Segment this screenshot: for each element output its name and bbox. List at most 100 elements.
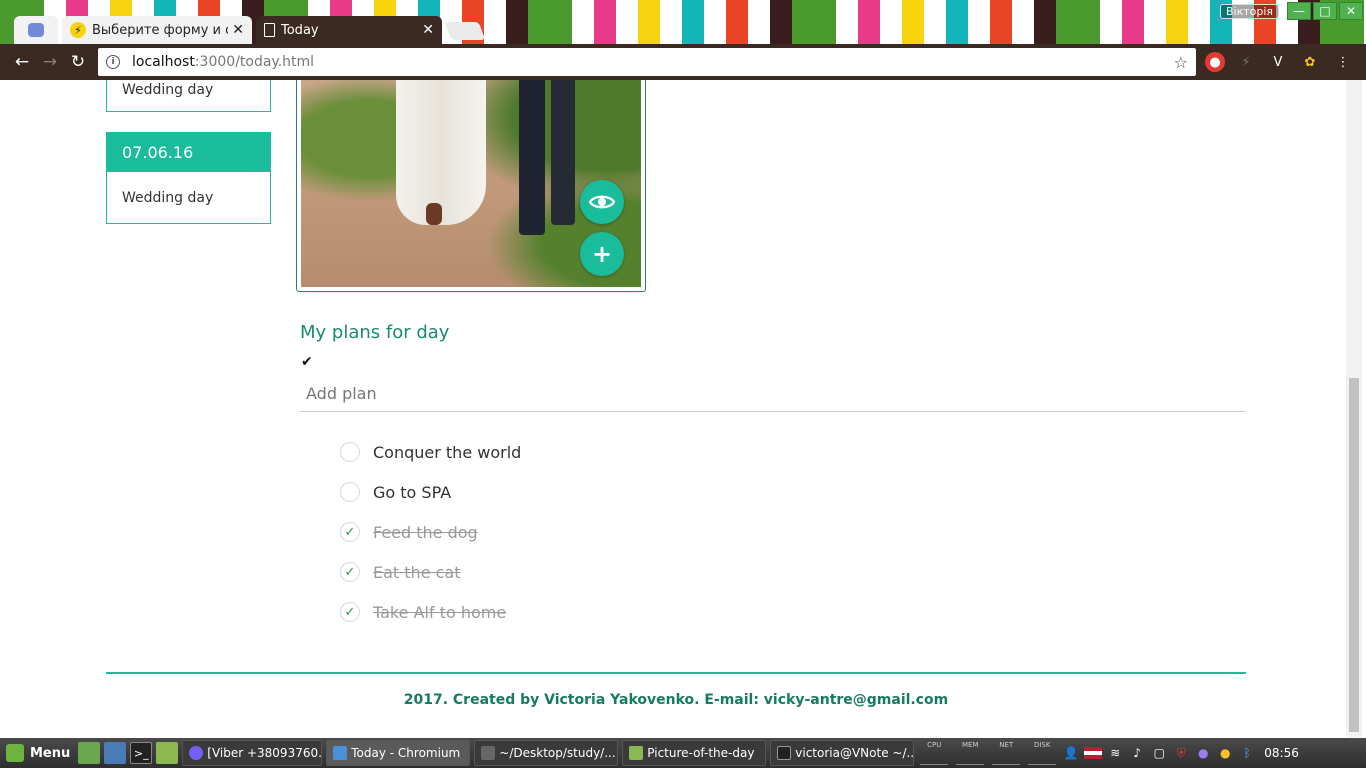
clock[interactable]: 08:56 bbox=[1264, 746, 1299, 760]
plan-label: Eat the cat bbox=[373, 562, 461, 582]
cpu-monitor: CPU bbox=[920, 741, 949, 765]
task-label: ~/Desktop/study/... bbox=[499, 746, 616, 760]
clipboard-icon[interactable]: ▢ bbox=[1150, 744, 1168, 762]
plan-item[interactable]: Conquer the world bbox=[340, 432, 840, 472]
day-card-date: 07.06.16 bbox=[107, 133, 270, 172]
close-icon[interactable]: ✕ bbox=[232, 22, 244, 38]
page-viewport: Wedding day 07.06.16 Wedding day + My pl… bbox=[3, 80, 1346, 737]
scrollbar-thumb[interactable] bbox=[1349, 378, 1359, 732]
plan-item[interactable]: ✓ Feed the dog bbox=[340, 512, 840, 552]
url-host: localhost bbox=[132, 54, 195, 70]
close-window-button[interactable]: ✕ bbox=[1339, 2, 1363, 20]
day-card[interactable]: 07.06.16 Wedding day bbox=[106, 132, 271, 224]
vivaldi-icon[interactable]: V bbox=[1268, 52, 1288, 72]
paw-icon[interactable]: ✿ bbox=[1300, 52, 1320, 72]
day-card[interactable]: Wedding day bbox=[106, 80, 271, 112]
volume-icon[interactable]: ♪ bbox=[1128, 744, 1146, 762]
mint-logo-icon bbox=[6, 744, 24, 762]
plan-label: Take Alf to home bbox=[373, 602, 507, 622]
task-folder[interactable]: Picture-of-the-day bbox=[622, 740, 767, 766]
task-editor[interactable]: ~/Desktop/study/... bbox=[474, 740, 619, 766]
keyboard-layout-flag-icon[interactable] bbox=[1084, 747, 1103, 759]
checked-circle-icon[interactable]: ✓ bbox=[340, 602, 360, 622]
window-controls: — □ ✕ bbox=[1287, 2, 1363, 20]
page-scrollbar[interactable] bbox=[1346, 80, 1362, 737]
task-label: [Viber +38093760... bbox=[207, 746, 323, 760]
footer-credits: 2017. Created by Victoria Yakovenko. E-m… bbox=[403, 692, 949, 708]
unchecked-circle-icon[interactable] bbox=[340, 482, 360, 502]
add-plan-input[interactable] bbox=[300, 376, 1246, 412]
os-taskbar: Menu >_ [Viber +38093760... Today - Chro… bbox=[0, 738, 1366, 768]
day-card-title: Wedding day bbox=[122, 189, 214, 206]
menu-kebab-icon[interactable]: ⋮ bbox=[1333, 52, 1353, 72]
task-label: victoria@VNote ~/... bbox=[795, 746, 915, 760]
update-icon[interactable]: ● bbox=[1216, 744, 1234, 762]
plan-label: Feed the dog bbox=[373, 522, 478, 542]
folder-icon bbox=[629, 746, 644, 760]
bolt-extension-icon[interactable]: ⚡ bbox=[1236, 52, 1256, 72]
shield-icon[interactable]: ⛨ bbox=[1172, 744, 1190, 762]
add-photo-button[interactable]: + bbox=[580, 232, 624, 276]
new-tab-button[interactable] bbox=[444, 22, 486, 40]
wifi-icon[interactable]: ≋ bbox=[1106, 744, 1124, 762]
discord-icon bbox=[28, 23, 44, 37]
viber-icon bbox=[189, 746, 204, 760]
plan-item[interactable]: ✓ Take Alf to home bbox=[340, 592, 840, 632]
url-path: :3000/today.html bbox=[194, 54, 315, 70]
bolt-icon: ⚡ bbox=[70, 22, 86, 38]
minimize-button[interactable]: — bbox=[1287, 2, 1311, 20]
start-menu-button[interactable]: Menu bbox=[0, 744, 76, 762]
bluetooth-icon[interactable]: ᛒ bbox=[1238, 744, 1256, 762]
address-bar[interactable]: i localhost:3000/today.html ☆ bbox=[98, 48, 1196, 76]
sublime-icon bbox=[481, 746, 496, 760]
user-icon[interactable]: 👤 bbox=[1062, 744, 1080, 762]
tab-form-title: Выберите форму и об bbox=[92, 22, 229, 38]
browser-launcher-icon[interactable] bbox=[104, 742, 127, 764]
start-menu-label: Menu bbox=[30, 745, 71, 761]
plan-item[interactable]: Go to SPA bbox=[340, 472, 840, 512]
info-icon[interactable]: i bbox=[106, 55, 120, 69]
task-terminal[interactable]: victoria@VNote ~/... bbox=[770, 740, 915, 766]
task-label: Today - Chromium bbox=[351, 746, 461, 760]
task-chromium[interactable]: Today - Chromium bbox=[326, 740, 471, 766]
terminal-icon bbox=[777, 746, 792, 760]
plan-label: Go to SPA bbox=[373, 482, 452, 502]
net-monitor: NET bbox=[992, 741, 1021, 765]
checked-circle-icon[interactable]: ✓ bbox=[340, 522, 360, 542]
terminal-launcher-icon[interactable]: >_ bbox=[130, 742, 153, 764]
tab-today[interactable]: Today ✕ bbox=[256, 16, 442, 44]
close-icon[interactable]: ✕ bbox=[422, 22, 434, 38]
plan-label: Conquer the world bbox=[373, 442, 522, 462]
tab-form[interactable]: ⚡ Выберите форму и об ✕ bbox=[62, 16, 252, 44]
viber-tray-icon[interactable]: ● bbox=[1194, 744, 1212, 762]
bookmark-star-icon[interactable]: ☆ bbox=[1174, 53, 1188, 72]
browser-toolbar: ← → ↻ i localhost:3000/today.html ☆ ● ⚡ … bbox=[0, 44, 1366, 80]
task-label: Picture-of-the-day bbox=[647, 746, 755, 760]
unchecked-circle-icon[interactable] bbox=[340, 442, 360, 462]
browser-titlebar: ⚡ Выберите форму и об ✕ Today ✕ Віктopiя… bbox=[0, 0, 1366, 44]
view-photo-button[interactable] bbox=[580, 180, 624, 224]
plan-item[interactable]: ✓ Eat the cat bbox=[340, 552, 840, 592]
maximize-button[interactable]: □ bbox=[1313, 2, 1337, 20]
forward-button[interactable]: → bbox=[36, 48, 64, 76]
footer-divider bbox=[106, 672, 1246, 674]
eye-icon bbox=[589, 195, 615, 209]
profile-name[interactable]: Віктopiя bbox=[1220, 4, 1280, 19]
check-all-icon[interactable]: ✔ bbox=[301, 354, 313, 370]
disk-monitor: DISK bbox=[1028, 741, 1057, 765]
day-card-title: Wedding day bbox=[122, 82, 214, 98]
files-launcher-icon[interactable] bbox=[156, 742, 179, 764]
plans-heading: My plans for day bbox=[300, 322, 450, 343]
task-viber[interactable]: [Viber +38093760... bbox=[182, 740, 323, 766]
mem-monitor: MEM bbox=[956, 741, 985, 765]
page-icon bbox=[264, 23, 275, 37]
checked-circle-icon[interactable]: ✓ bbox=[340, 562, 360, 582]
tab-discord[interactable] bbox=[14, 16, 58, 44]
tab-today-title: Today bbox=[281, 22, 319, 38]
back-button[interactable]: ← bbox=[8, 48, 36, 76]
desktop-launcher-icon[interactable] bbox=[78, 742, 101, 764]
chromium-icon bbox=[333, 746, 348, 760]
plan-list: Conquer the world Go to SPA ✓ Feed the dog ✓… bbox=[340, 432, 840, 632]
adblock-icon[interactable]: ● bbox=[1205, 52, 1225, 72]
reload-button[interactable]: ↻ bbox=[64, 48, 92, 76]
